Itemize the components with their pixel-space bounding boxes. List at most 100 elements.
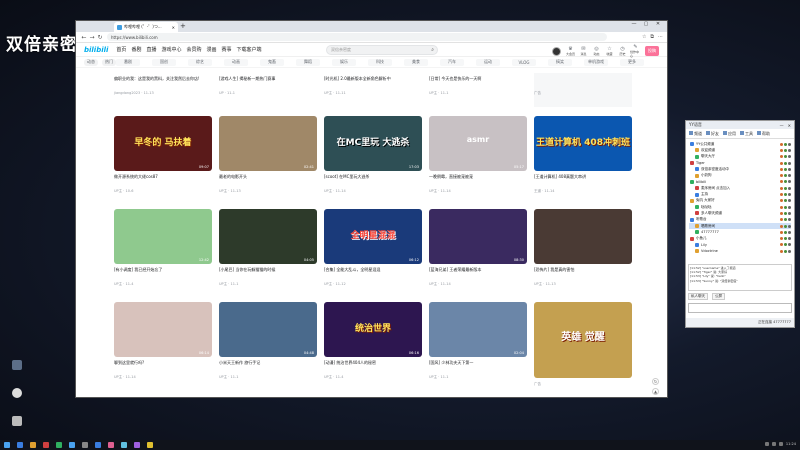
tool-friends[interactable]: 好友 [706, 130, 719, 137]
nav-item[interactable]: 会员购 [186, 46, 201, 53]
ad-card[interactable]: 英雄 觉醒 广告 [534, 302, 632, 386]
header-icon-favorite[interactable]: ☆ 收藏 [604, 46, 615, 56]
video-card[interactable]: 06:14 聊到这里就行吗? UP主 · 11-14 [114, 302, 212, 386]
minimize-button[interactable]: — [628, 21, 640, 27]
tool-channel[interactable]: 频道 [689, 130, 702, 137]
video-title[interactable]: 聊到这里就行吗? [114, 360, 212, 371]
video-meta[interactable]: UP主 · 11-1 [219, 282, 317, 287]
tab-public-chat[interactable]: 公屏 [712, 293, 725, 300]
forward-icon[interactable]: → [88, 34, 96, 41]
start-icon[interactable] [4, 442, 10, 448]
video-meta[interactable]: UP主 · 11-14 [429, 189, 527, 194]
video-card[interactable]: 02:04 [国风] 少林功夫天下第一 UP主 · 11-1 [429, 302, 527, 386]
video-meta[interactable]: UP主 · 11-12 [324, 282, 422, 287]
tray-icon[interactable] [778, 442, 783, 446]
search-input[interactable]: 双倍亲密度 ⌕ [326, 45, 438, 55]
video-meta[interactable]: 王道 · 11-14 [534, 189, 632, 194]
tool-tools[interactable]: 工具 [740, 130, 753, 137]
video-card[interactable]: 统治世界 06:16 [动漫] 统治世界404人的秘密 UP主 · 11-4 [324, 302, 422, 386]
category-item[interactable]: 舞蹈 [296, 58, 320, 66]
close-tab-icon[interactable]: ✕ [172, 25, 175, 30]
category-item[interactable]: VLOG [512, 58, 536, 66]
video-title[interactable]: [小尾巴] 当你在玩躲猫猫的时候 [219, 267, 317, 278]
video-card[interactable]: [日常] 今天也是快乐的一天啊 UP主 · 11-1 [429, 73, 527, 107]
maximize-button[interactable]: ▢ [640, 21, 652, 27]
video-card[interactable]: 08:30 [蓝海兄弟] 王者荣耀最新版本 UP主 · 11-14 [429, 209, 527, 293]
header-icon-dynamic[interactable]: ◎ 动态 [591, 46, 602, 56]
video-thumbnail[interactable]: 统治世界 06:16 [324, 302, 422, 357]
header-icon-message[interactable]: ✉ 消息 [578, 46, 589, 56]
nav-item[interactable]: 赛事 [222, 46, 232, 53]
video-card[interactable]: [时光机] 2.0最新版本全新角色解析中 UP主 · 11-11 [324, 73, 422, 107]
video-card[interactable]: 04:05 [小尾巴] 当你在玩躲猫猫的时候 UP主 · 11-1 [219, 209, 317, 293]
video-card[interactable]: 全明星混混 06:12 [合集] 全能大乱斗，全明星混混 UP主 · 11-12 [324, 209, 422, 293]
video-thumbnail[interactable]: 06:14 [114, 302, 212, 357]
video-thumbnail[interactable]: 在MC里玩 大逃杀 17:03 [324, 116, 422, 171]
video-card[interactable]: 王道计算机 408冲刺班 [王道计算机] 408真题大串讲 王道 · 11-14 [534, 116, 632, 200]
video-card[interactable]: [恐怖片] 我是真的害怕 UP主 · 11-13 [534, 209, 632, 293]
category-item[interactable]: 国创 [152, 58, 176, 66]
taskbar-app-icon[interactable] [121, 442, 127, 448]
nav-item[interactable]: 番剧 [131, 46, 141, 53]
video-card[interactable]: 偏职业的我：这是我的黑料，关注我然后去你店! jiangdong2023 · 11… [114, 73, 212, 107]
video-title[interactable]: [有小调度] 我已经开始忘了 [114, 267, 212, 278]
taskbar-app-icon[interactable] [30, 442, 36, 448]
video-card[interactable]: 在MC里玩 大逃杀 17:03 [scoot] 在MC里玩大逃杀 UP主 · 11… [324, 116, 422, 200]
video-meta[interactable]: UP主 · 10-6 [114, 189, 212, 194]
video-thumbnail[interactable]: 04:48 [219, 302, 317, 357]
video-meta[interactable]: UP主 · 11-4 [324, 375, 422, 380]
video-card[interactable]: 02:41 最老的电影开头 UP主 · 11-13 [219, 116, 317, 200]
tool-apps[interactable]: 应用 [723, 130, 736, 137]
video-thumbnail[interactable]: 王道计算机 408冲刺班 [534, 116, 632, 171]
video-thumbnail[interactable]: 早冬的 马扶着 09:07 [114, 116, 212, 171]
tool-help[interactable]: 帮助 [757, 130, 770, 137]
video-meta[interactable]: UP主 · 11-13 [534, 282, 632, 287]
category-item[interactable]: 动画 [224, 58, 248, 66]
taskbar-app-icon[interactable] [147, 442, 153, 448]
tab-private-chat[interactable]: 私人聊天 [688, 293, 708, 300]
back-icon[interactable]: ← [80, 34, 88, 41]
dynamic-chip[interactable]: 动态 [84, 59, 98, 66]
header-icon-creator[interactable]: ✎ 创作中心 [630, 44, 641, 58]
category-item[interactable]: 搞笑 [548, 58, 572, 66]
tray-icon[interactable] [764, 442, 769, 446]
avatar[interactable] [552, 46, 561, 56]
category-item[interactable]: 美食 [404, 58, 428, 66]
video-title[interactable]: [scoot] 在MC里玩大逃杀 [324, 174, 422, 185]
video-thumbnail[interactable]: 02:04 [429, 302, 527, 357]
desktop-icon-app[interactable] [7, 360, 27, 380]
video-title[interactable]: [国风] 少林功夫天下第一 [429, 360, 527, 371]
video-title[interactable]: 小米天王新作 旅行手记 [219, 360, 317, 371]
taskbar-app-icon[interactable] [95, 442, 101, 448]
video-thumbnail[interactable]: 全明星混混 06:12 [324, 209, 422, 264]
back-to-top-icon[interactable]: ▲ [652, 388, 659, 395]
star-icon[interactable]: ☆ [642, 34, 646, 40]
video-title[interactable]: [蓝海兄弟] 王者荣耀最新版本 [429, 267, 527, 278]
desktop-icon-wifi[interactable] [7, 416, 27, 436]
video-title[interactable]: 做开源系统的大佬cos87 [114, 174, 212, 185]
chat-input[interactable] [688, 303, 792, 313]
taskbar-app-icon[interactable] [108, 442, 114, 448]
url-input[interactable]: https://www.bilibili.com [107, 33, 607, 41]
new-tab-icon[interactable]: + [180, 22, 186, 30]
menu-icon[interactable]: ⋯ [658, 34, 663, 40]
nav-item[interactable]: 漫画 [207, 46, 217, 53]
taskbar-app-icon[interactable] [43, 442, 49, 448]
taskbar-app-icon[interactable] [69, 442, 75, 448]
video-card[interactable]: 早冬的 马扶着 09:07 做开源系统的大佬cos87 UP主 · 10-6 [114, 116, 212, 200]
header-icon-history[interactable]: ◷ 历史 [617, 46, 628, 56]
video-thumbnail[interactable]: 04:05 [219, 209, 317, 264]
header-icon-vip[interactable]: ♛ 大会员 [565, 46, 576, 56]
taskbar-app-icon[interactable] [82, 442, 88, 448]
video-card[interactable]: 12:42 [有小调度] 我已经开始忘了 UP主 · 11-4 [114, 209, 212, 293]
ad-banner[interactable]: 英雄 觉醒 [534, 302, 632, 378]
minimize-icon[interactable]: — [780, 123, 784, 128]
video-meta[interactable]: UP主 · 11-1 [429, 375, 527, 380]
extensions-icon[interactable]: ⧉ [650, 34, 654, 40]
video-title[interactable]: [王道计算机] 408真题大串讲 [534, 174, 632, 185]
taskbar-app-icon[interactable] [56, 442, 62, 448]
video-title[interactable]: [合集] 全能大乱斗，全明星混混 [324, 267, 422, 278]
video-meta[interactable]: UP主 · 11-13 [219, 189, 317, 194]
nav-item[interactable]: 首页 [116, 46, 126, 53]
upload-button[interactable]: 投稿 [645, 46, 659, 56]
